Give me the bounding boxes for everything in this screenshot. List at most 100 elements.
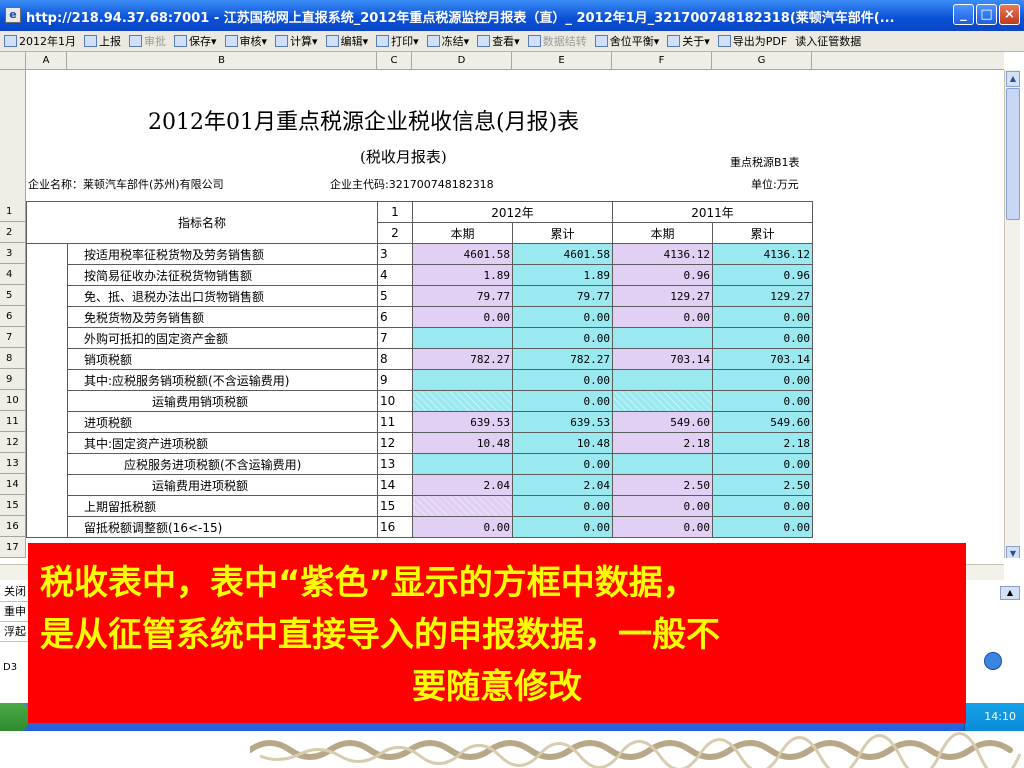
value-cell[interactable]: 2.18 [712, 432, 813, 454]
value-cell[interactable]: 0.00 [412, 516, 513, 538]
row-label[interactable]: 留抵税额调整额(16<-15) [67, 516, 378, 538]
value-cell[interactable]: 0.00 [712, 495, 813, 517]
header-year-prior[interactable]: 2011年 [612, 201, 813, 223]
row-number[interactable]: 4 [377, 264, 413, 286]
column-header-f[interactable]: F [612, 52, 712, 70]
row-label[interactable]: 免、抵、退税办法出口货物销售额 [67, 285, 378, 307]
toolbar-item-5[interactable]: 计算▾ [271, 32, 322, 51]
row-header-15[interactable]: 15 [0, 495, 26, 516]
value-cell[interactable]: 549.60 [612, 411, 713, 433]
toolbar-item-13[interactable]: 导出为PDF [714, 32, 791, 51]
value-cell[interactable]: 0.00 [712, 327, 813, 349]
row-label[interactable]: 应税服务进项税额(不含运输费用) [67, 453, 378, 475]
value-cell[interactable]: 0.96 [612, 264, 713, 286]
value-cell[interactable]: 4601.58 [412, 243, 513, 265]
row-number[interactable]: 12 [377, 432, 413, 454]
header-col-no-2[interactable]: 2 [377, 222, 413, 244]
row-label[interactable]: 进项税额 [67, 411, 378, 433]
column-header-c[interactable]: C [377, 52, 412, 70]
window-titlebar[interactable]: e http://218.94.37.68:7001 - 江苏国税网上直报系统_… [0, 0, 1024, 31]
value-cell[interactable]: 0.00 [412, 306, 513, 328]
close-button[interactable]: × [999, 4, 1020, 25]
header-current-period[interactable]: 本期 [412, 222, 513, 244]
toolbar-item-1[interactable]: 上报 [80, 32, 125, 51]
row-label[interactable]: 免税货物及劳务销售额 [67, 306, 378, 328]
header-col-no-1[interactable]: 1 [377, 201, 413, 223]
value-cell[interactable]: 639.53 [412, 411, 513, 433]
row-label[interactable]: 上期留抵税额 [67, 495, 378, 517]
toolbar-item-10[interactable]: 数据结转 [524, 32, 591, 51]
row-header-5[interactable]: 5 [0, 285, 26, 306]
value-cell[interactable]: 0.00 [512, 369, 613, 391]
row-label[interactable]: 按简易征收办法征税货物销售额 [67, 264, 378, 286]
toolbar-item-11[interactable]: 舍位平衡▾ [591, 32, 664, 51]
value-cell[interactable]: 4136.12 [712, 243, 813, 265]
value-cell[interactable]: 79.77 [412, 285, 513, 307]
row-header-10[interactable]: 10 [0, 390, 26, 411]
value-cell[interactable]: 0.00 [712, 516, 813, 538]
row-label[interactable]: 其中:固定资产进项税额 [67, 432, 378, 454]
value-cell[interactable]: 2.50 [712, 474, 813, 496]
toolbar-item-9[interactable]: 查看▾ [473, 32, 524, 51]
value-cell[interactable]: 0.00 [512, 453, 613, 475]
row-header-13[interactable]: 13 [0, 453, 26, 474]
panel-line-float[interactable]: 浮起 [0, 622, 30, 642]
value-cell[interactable]: 2.50 [612, 474, 713, 496]
header-cumulative[interactable]: 累计 [512, 222, 613, 244]
vertical-scrollbar[interactable]: ▲ ▼ [1004, 70, 1020, 564]
value-cell[interactable]: 0.00 [712, 306, 813, 328]
row-number[interactable]: 15 [377, 495, 413, 517]
scroll-up-icon[interactable]: ▲ [1006, 71, 1020, 87]
column-header-a[interactable]: A [26, 52, 67, 70]
row-number[interactable]: 6 [377, 306, 413, 328]
row-label[interactable]: 其中:应税服务销项税额(不含运输费用) [67, 369, 378, 391]
column-header-b[interactable]: B [67, 52, 377, 70]
row-label[interactable]: 销项税额 [67, 348, 378, 370]
maximize-button[interactable]: □ [976, 4, 997, 25]
toolbar-item-2[interactable]: 审批 [125, 32, 170, 51]
value-cell[interactable]: 0.00 [712, 369, 813, 391]
row-header-9[interactable]: 9 [0, 369, 26, 390]
header-year-current[interactable]: 2012年 [412, 201, 613, 223]
value-cell[interactable]: 782.27 [512, 348, 613, 370]
row-label[interactable]: 运输费用进项税额 [67, 474, 378, 496]
toolbar-item-12[interactable]: 关于▾ [663, 32, 714, 51]
value-cell[interactable]: 0.00 [712, 390, 813, 412]
value-cell[interactable] [612, 327, 713, 349]
header-item-name[interactable]: 指标名称 [26, 201, 378, 244]
value-cell[interactable]: 0.00 [612, 516, 713, 538]
panel-scroll-up-icon[interactable]: ▲ [1000, 586, 1020, 600]
value-cell[interactable] [612, 453, 713, 475]
value-cell[interactable] [412, 453, 513, 475]
value-cell[interactable] [612, 390, 713, 412]
header-prior-current-period[interactable]: 本期 [612, 222, 713, 244]
row-header-6[interactable]: 6 [0, 306, 26, 327]
value-cell[interactable]: 0.00 [612, 306, 713, 328]
toolbar-item-8[interactable]: 冻结▾ [423, 32, 474, 51]
value-cell[interactable]: 549.60 [712, 411, 813, 433]
value-cell[interactable]: 703.14 [612, 348, 713, 370]
panel-line-close[interactable]: 关闭 [0, 582, 30, 602]
value-cell[interactable]: 79.77 [512, 285, 613, 307]
toolbar-item-4[interactable]: 审核▾ [221, 32, 272, 51]
value-cell[interactable]: 782.27 [412, 348, 513, 370]
value-cell[interactable] [412, 369, 513, 391]
value-cell[interactable]: 0.00 [512, 390, 613, 412]
value-cell[interactable] [412, 327, 513, 349]
toolbar-item-7[interactable]: 打印▾ [372, 32, 423, 51]
row-header-4[interactable]: 4 [0, 264, 26, 285]
ie-icon[interactable] [984, 652, 1002, 670]
row-header-14[interactable]: 14 [0, 474, 26, 495]
row-header-7[interactable]: 7 [0, 327, 26, 348]
row-header-17[interactable]: 17 [0, 537, 26, 558]
header-prior-cumulative[interactable]: 累计 [712, 222, 813, 244]
row-label[interactable]: 按适用税率征税货物及劳务销售额 [67, 243, 378, 265]
row-number[interactable]: 11 [377, 411, 413, 433]
value-cell[interactable]: 10.48 [512, 432, 613, 454]
row-header-8[interactable]: 8 [0, 348, 26, 369]
panel-line-restate[interactable]: 重申 [0, 602, 30, 622]
row-number[interactable]: 8 [377, 348, 413, 370]
row-header-11[interactable]: 11 [0, 411, 26, 432]
value-cell[interactable]: 703.14 [712, 348, 813, 370]
row-label[interactable]: 外购可抵扣的固定资产金额 [67, 327, 378, 349]
